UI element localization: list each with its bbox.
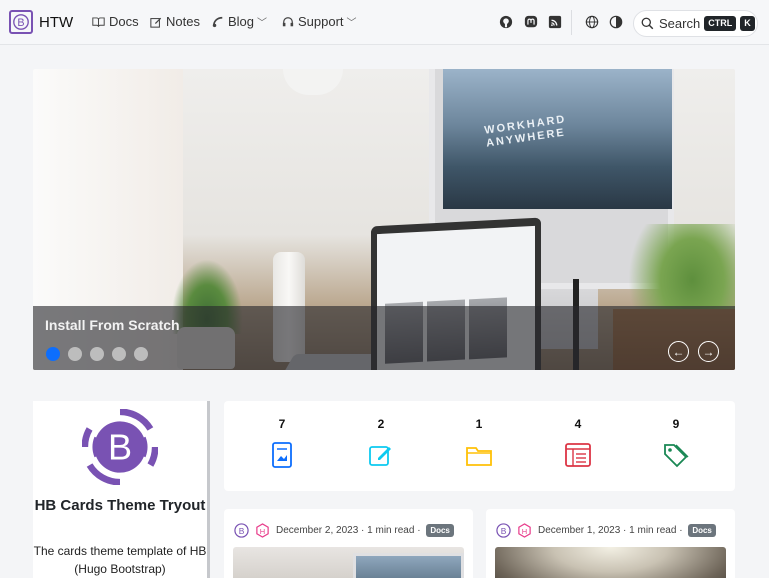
svg-text:H: H [522,527,527,536]
brand-logo-icon: B [9,10,33,34]
post-card[interactable]: B H December 2, 2023 · 1 min read · Docs [224,509,473,578]
post-read-time: · 1 min read · [620,525,686,536]
bootstrap-logo-icon: B [496,523,511,538]
post-badge[interactable]: Docs [426,524,454,537]
kbd-ctrl: CTRL [704,16,737,31]
stat-notes[interactable]: 2 [361,417,401,469]
carousel-indicators [46,347,156,361]
stat-categories[interactable]: 1 [459,417,499,469]
nav-blog-label: Blog [228,14,255,29]
post-date: December 2, 2023 [276,525,359,536]
svg-text:B: B [239,526,245,536]
carousel-dot-1[interactable] [46,347,60,361]
chevron-down-icon: ﹀ [346,18,357,29]
search-icon [641,17,654,30]
carousel-next-button[interactable]: → [698,341,719,362]
brand-name: HTW [39,13,74,31]
post-meta: B H December 2, 2023 · 1 min read · Docs [234,523,454,538]
nav-support-label: Support [298,14,344,29]
nav-notes[interactable]: Notes [150,14,200,29]
stats-card: 7 2 1 4 9 [224,401,735,491]
svg-text:B: B [501,526,507,536]
carousel-caption-bar: Install From Scratch ← → [33,306,735,370]
nav-docs[interactable]: Docs [92,14,139,29]
navbar-divider [571,10,572,35]
profile-description: The cards theme template of HB (Hugo Boo… [33,544,207,576]
pencil-square-icon [369,446,391,466]
brand[interactable]: B HTW [9,10,73,34]
list-columns-icon [565,443,591,467]
stat-docs[interactable]: 7 [262,417,302,469]
stat-tags[interactable]: 9 [656,417,696,469]
folder-icon [466,447,492,466]
tags-icon [664,444,689,468]
hero-carousel[interactable]: WORKHARD ANYWHERE Install From Scratch ←… [33,69,735,370]
svg-text:B: B [17,17,24,29]
profile-title: HB Cards Theme Tryout [34,497,206,514]
blog-icon [212,16,223,27]
nav-notes-label: Notes [166,14,200,29]
stat-series[interactable]: 4 [558,417,598,469]
carousel-image-lamp [283,69,343,95]
stat-count: 2 [377,417,385,431]
post-thumbnail[interactable] [495,547,726,578]
carousel-dot-5[interactable] [134,347,148,361]
rss-icon[interactable] [548,15,562,29]
search-label: Search [659,16,701,31]
post-date: December 1, 2023 [538,525,621,536]
theme-toggle-icon[interactable] [609,15,623,29]
chevron-down-icon: ﹀ [257,18,268,29]
bootstrap-logo-icon: B [234,523,249,538]
nav-blog[interactable]: Blog ﹀ [212,14,267,29]
navbar: B HTW Docs Notes Blog ﹀ Support ﹀ Search… [0,0,769,45]
stat-count: 7 [278,417,286,431]
search-button[interactable]: Search CTRL K [633,10,758,37]
kbd-k: K [740,16,755,31]
stat-count: 1 [475,417,483,431]
mastodon-icon[interactable] [524,15,538,29]
pencil-square-icon [150,17,162,28]
stat-count: 9 [672,417,680,431]
arrow-left-icon: ← [672,344,685,359]
profile-card: B HB Cards Theme Tryout The cards theme … [33,401,210,578]
post-read-time: · 1 min read · [358,525,424,536]
svg-text:H: H [260,527,265,536]
book-icon [92,16,105,27]
globe-icon[interactable] [585,15,599,29]
hugo-logo-icon: H [256,523,269,538]
nav-docs-label: Docs [109,14,139,29]
post-badge[interactable]: Docs [688,524,716,537]
carousel-caption[interactable]: Install From Scratch [45,317,180,333]
carousel-dot-2[interactable] [68,347,82,361]
post-card[interactable]: B H December 1, 2023 · 1 min read · Docs [486,509,735,578]
bootstrap-logo-icon: B [82,409,158,485]
carousel-dot-4[interactable] [112,347,126,361]
post-meta: B H December 1, 2023 · 1 min read · Docs [496,523,716,538]
carousel-dot-3[interactable] [90,347,104,361]
svg-text:B: B [108,426,132,467]
stat-count: 4 [574,417,582,431]
carousel-prev-button[interactable]: ← [668,341,689,362]
arrow-right-icon: → [702,344,715,359]
file-chart-icon [272,442,292,468]
nav-support[interactable]: Support ﹀ [282,14,357,29]
headset-icon [282,16,294,26]
post-thumbnail[interactable] [233,547,464,578]
hugo-logo-icon: H [518,523,531,538]
github-icon[interactable] [499,15,513,29]
